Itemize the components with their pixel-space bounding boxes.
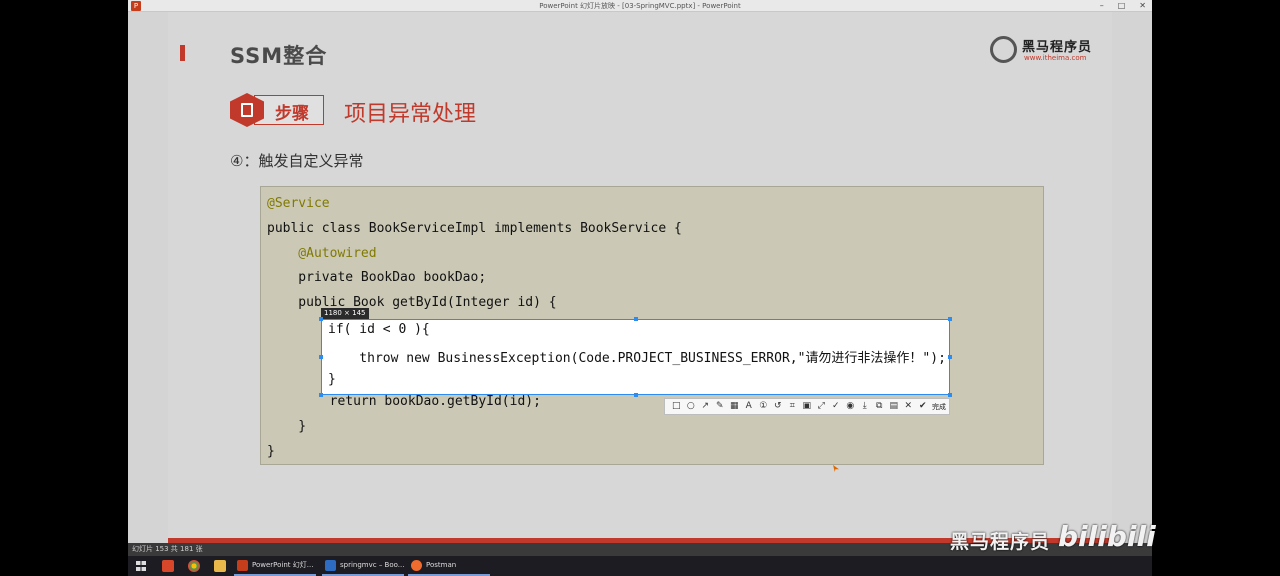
- step-subtitle: ④：触发自定义异常: [230, 152, 364, 170]
- window-controls: – □ ✕: [1100, 0, 1146, 12]
- resize-handle[interactable]: [319, 393, 323, 397]
- undo-icon[interactable]: ↺: [771, 399, 786, 414]
- ocr-icon[interactable]: ▣: [800, 399, 815, 414]
- resize-handle[interactable]: [948, 355, 952, 359]
- resize-handle[interactable]: [634, 317, 638, 321]
- powerpoint-icon: [237, 560, 248, 571]
- pin2-icon[interactable]: ✓: [829, 399, 844, 414]
- slide-counter: 幻灯片 153 共 181 张: [132, 545, 203, 553]
- step-label-box: 步骤: [254, 95, 324, 125]
- code-line: @Service: [267, 196, 330, 211]
- text-icon[interactable]: A: [742, 399, 757, 414]
- selected-code-line: if( id < 0 ){: [328, 322, 430, 337]
- windows-start-icon[interactable]: [136, 561, 146, 571]
- window-title: PowerPoint 幻灯片放映 - [03-SpringMVC.pptx] -…: [539, 2, 741, 10]
- taskbar-item-postman[interactable]: Postman: [408, 556, 490, 576]
- resize-handle[interactable]: [319, 355, 323, 359]
- document-icon: [241, 103, 253, 117]
- intellij-icon: [325, 560, 336, 571]
- rectangle-icon[interactable]: □: [669, 399, 684, 414]
- code-line: return bookDao.getById(id);: [267, 394, 541, 410]
- title-accent-bar: [180, 45, 185, 61]
- itheima-logo: 黑马程序员 www.itheima.com: [990, 34, 1091, 66]
- selected-code-line: }: [328, 372, 336, 387]
- done-button[interactable]: 完成: [932, 402, 946, 412]
- chrome-icon[interactable]: [188, 560, 200, 572]
- taskbar: PowerPoint 幻灯... springmvc – Boo... Post…: [128, 556, 1152, 576]
- screenshot-toolbar: □ ○ ↗ ✎ ▦ A ① ↺ ⌗ ▣ ⤢ ✓ ◉ ⤓ ⧉ ▤ ✕ ✔ 完成: [664, 398, 950, 415]
- logo-text: 黑马程序员: [1022, 40, 1093, 55]
- record-icon[interactable]: ◉: [843, 399, 858, 414]
- folder-icon[interactable]: [214, 560, 226, 572]
- code-line: public Book getById(Integer id) {: [267, 295, 557, 311]
- maximize-button[interactable]: □: [1118, 0, 1126, 12]
- arrow-icon[interactable]: ↗: [698, 399, 713, 414]
- close-window-button[interactable]: ✕: [1139, 0, 1146, 12]
- taskbar-item-powerpoint[interactable]: PowerPoint 幻灯...: [234, 556, 316, 576]
- section-title: 项目异常处理: [344, 102, 477, 127]
- taskbar-item-label: PowerPoint 幻灯...: [252, 561, 314, 569]
- download-icon[interactable]: ⤓: [858, 399, 873, 414]
- bilibili-logo: bilibili: [1058, 520, 1156, 553]
- resize-handle[interactable]: [634, 393, 638, 397]
- screenshot-selection[interactable]: if( id < 0 ){ throw new BusinessExceptio…: [319, 317, 952, 397]
- pin-icon[interactable]: ⌗: [785, 399, 800, 414]
- resize-handle[interactable]: [319, 317, 323, 321]
- taskbar-item-label: springmvc – Boo...: [340, 561, 405, 569]
- copy-icon[interactable]: ⧉: [872, 399, 887, 414]
- postman-icon: [411, 560, 422, 571]
- step-badge: 步骤: [230, 93, 324, 127]
- code-line: }: [267, 444, 275, 459]
- code-line: }: [267, 419, 307, 435]
- slide: SSM整合 黑马程序员 www.itheima.com 步骤 项目异常处理 ④：…: [168, 12, 1112, 543]
- watermark-text: 黑马程序员: [950, 531, 1051, 553]
- step-label: 步骤: [275, 104, 309, 124]
- horse-logo-icon: [990, 36, 1017, 63]
- logo-url: www.itheima.com: [1024, 54, 1087, 62]
- number-icon[interactable]: ①: [756, 399, 771, 414]
- close-icon[interactable]: ✕: [901, 399, 916, 414]
- resize-handle[interactable]: [948, 317, 952, 321]
- save-icon[interactable]: ▤: [887, 399, 902, 414]
- ellipse-icon[interactable]: ○: [684, 399, 699, 414]
- code-line: public class BookServiceImpl implements …: [267, 220, 682, 236]
- selection-dimensions: 1180 × 145: [321, 308, 369, 319]
- taskbar-item-intellij[interactable]: springmvc – Boo...: [322, 556, 404, 576]
- title-bar: P PowerPoint 幻灯片放映 - [03-SpringMVC.pptx]…: [128, 0, 1152, 12]
- check-icon[interactable]: ✔: [916, 399, 931, 414]
- minimize-button[interactable]: –: [1100, 0, 1104, 12]
- code-line: private BookDao bookDao;: [267, 270, 487, 286]
- code-line: @Autowired: [267, 245, 377, 261]
- slide-title: SSM整合: [230, 44, 328, 68]
- selected-code-line: throw new BusinessException(Code.PROJECT…: [328, 351, 946, 366]
- pencil-icon[interactable]: ✎: [713, 399, 728, 414]
- app-icon[interactable]: [162, 560, 174, 572]
- scroll-icon[interactable]: ⤢: [814, 399, 829, 414]
- resize-handle[interactable]: [948, 393, 952, 397]
- taskbar-item-label: Postman: [426, 561, 457, 569]
- mosaic-icon[interactable]: ▦: [727, 399, 742, 414]
